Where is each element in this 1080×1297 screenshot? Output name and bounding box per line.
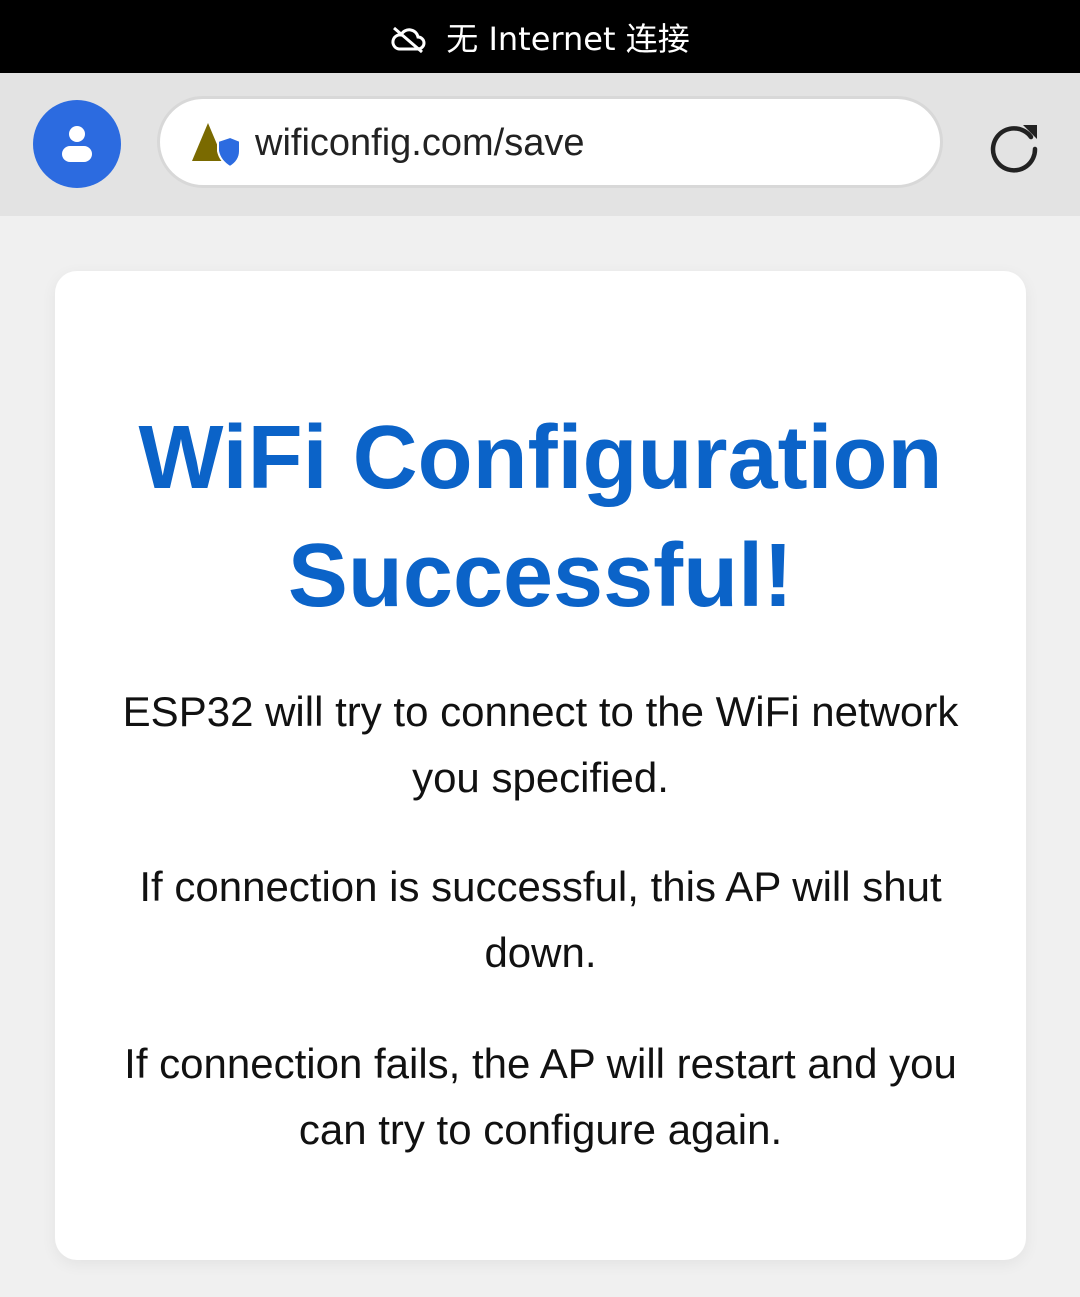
info-paragraph-2: If connection is successful, this AP wil…: [139, 863, 942, 976]
cloud-off-icon: [390, 23, 426, 53]
site-warning-shield-icon[interactable]: [190, 121, 242, 169]
status-text: 无 Internet 连接: [446, 19, 690, 58]
content-card: WiFi Configuration Successful! ESP32 wil…: [55, 271, 1026, 1260]
url-text[interactable]: wificonfig.com/save: [255, 119, 584, 167]
account-avatar-button[interactable]: [33, 100, 121, 188]
info-paragraph-3: If connection fails, the AP will restart…: [124, 1040, 957, 1153]
address-bar[interactable]: wificonfig.com/save: [157, 96, 943, 188]
user-icon: [62, 126, 92, 162]
status-bar: 无 Internet 连接: [0, 0, 1080, 73]
page-title: WiFi Configuration Successful!: [138, 408, 943, 626]
reload-icon[interactable]: [985, 119, 1043, 177]
info-paragraph-1: ESP32 will try to connect to the WiFi ne…: [122, 688, 959, 801]
browser-toolbar: wificonfig.com/save: [0, 73, 1080, 216]
